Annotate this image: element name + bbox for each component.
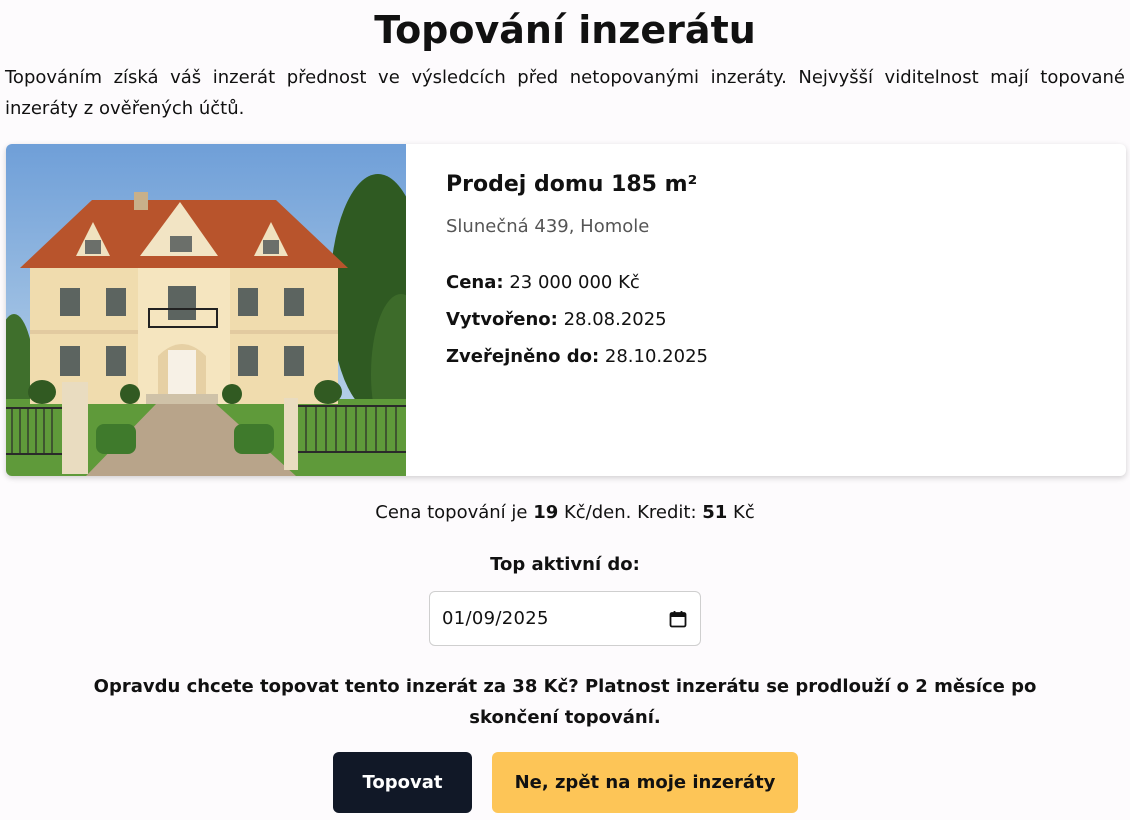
listing-created: Vytvořeno: 28.08.2025 [446,309,667,330]
listing-card: Prodej domu 185 m² Slunečná 439, Homole … [6,144,1126,476]
listing-published-until: Zveřejněno do: 28.10.2025 [446,346,708,367]
topping-price-info: Cena topování je 19 Kč/den. Kredit: 51 K… [375,502,755,523]
confirm-question: Opravdu chcete topovat tento inzerát za … [93,676,1037,728]
listing-price: Cena: 23 000 000 Kč [446,272,640,293]
intro-text: Topováním získá váš inzerát přednost ve … [5,67,1125,119]
listing-title: Prodej domu 185 m² [446,172,698,197]
listing-address: Slunečná 439, Homole [446,216,650,237]
listing-photo [6,144,406,476]
listing-info: Prodej domu 185 m² Slunečná 439, Homole … [406,144,748,476]
calendar-icon[interactable] [668,609,688,629]
confirm-amount: 38 [512,676,538,697]
credit-amount: 51 [702,502,728,523]
topovat-button[interactable]: Topovat [333,752,472,813]
active-until-label: Top aktivní do: [490,554,640,575]
date-input[interactable]: 01/09/2025 [429,591,701,646]
back-to-listings-button[interactable]: Ne, zpět na moje inzeráty [492,752,798,813]
page-title: Topování inzerátu [374,8,756,52]
price-per-day: 19 [533,502,559,523]
date-value[interactable]: 01/09/2025 [442,608,668,629]
